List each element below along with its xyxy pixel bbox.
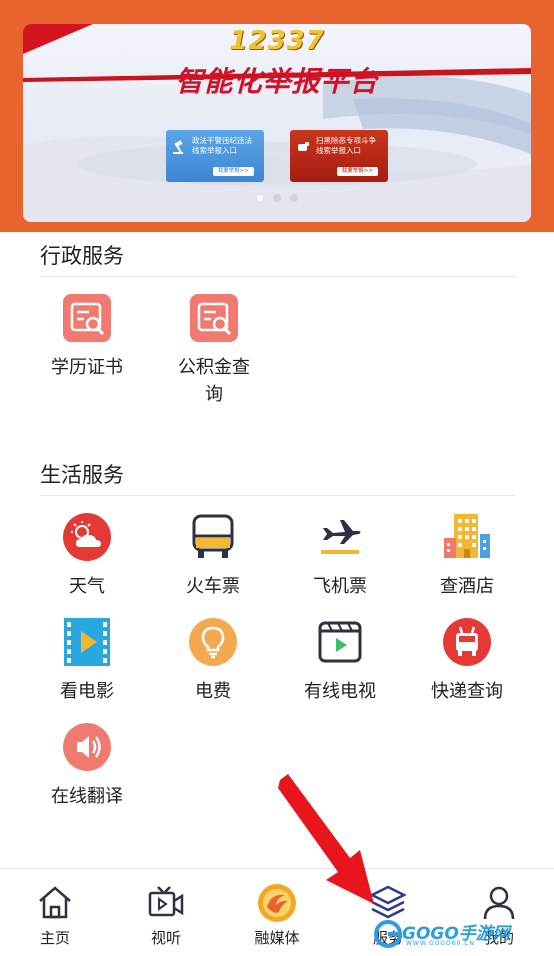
- card-line-1: 扫黑除恶专项斗争: [316, 136, 376, 145]
- report-button[interactable]: 我要举报>>: [212, 167, 254, 176]
- train-icon: [192, 514, 234, 558]
- service-label: 在线翻译: [51, 786, 123, 807]
- fist-icon: [298, 142, 309, 151]
- home-icon: [39, 886, 71, 919]
- service-label: 看电影: [60, 681, 114, 702]
- banner-number: 12337: [229, 26, 325, 56]
- admin-services-title: 行政服务: [40, 244, 124, 268]
- service-delivery[interactable]: 快递查询: [412, 617, 522, 705]
- card-line-2: 线索举报入口: [192, 146, 237, 155]
- tab-label: 融媒体: [254, 929, 300, 947]
- report-card-police[interactable]: 政法干警违纪违法 线索举报入口 我要举报>>: [166, 130, 264, 182]
- tab-label: 视听: [150, 929, 181, 947]
- airplane-icon: [321, 520, 361, 554]
- service-flight[interactable]: 飞机票: [285, 512, 395, 600]
- service-diploma[interactable]: 学历证书: [32, 293, 142, 381]
- service-label: 有线电视: [304, 681, 376, 702]
- media-logo-icon: [258, 884, 296, 922]
- section-divider: [40, 495, 515, 496]
- lightbulb-icon: [189, 618, 237, 666]
- service-hotel[interactable]: 查酒店: [412, 512, 522, 600]
- service-label: 火车票: [186, 576, 240, 597]
- gavel-icon: [173, 140, 183, 154]
- film-icon: [64, 618, 110, 666]
- carousel-indicators: [23, 194, 531, 202]
- search-document-icon: [190, 294, 238, 342]
- banner-headline: 智能化举报平台: [175, 65, 379, 98]
- tv-icon: [318, 621, 362, 663]
- service-label: 快递查询: [431, 681, 503, 702]
- service-label: 电费: [195, 681, 231, 702]
- section-divider: [40, 276, 515, 277]
- life-services-title: 生活服务: [40, 463, 124, 487]
- watermark-logo: GOGO手游网 WWW.GOGO60.CN: [372, 916, 522, 952]
- report-button[interactable]: 我要举报>>: [336, 167, 378, 176]
- tab-media[interactable]: 融媒体: [232, 883, 322, 948]
- service-label: 公积金查询: [178, 357, 250, 405]
- card-line-1: 政法干警违纪违法: [192, 136, 252, 145]
- watermark-icon: [374, 920, 402, 948]
- service-movie[interactable]: 看电影: [32, 617, 142, 705]
- service-cable-tv[interactable]: 有线电视: [285, 617, 395, 705]
- search-document-icon: [63, 294, 111, 342]
- promo-banner-carousel[interactable]: 12337 智能化举报平台 政法干警违纪违法 线索举报入口 我要举报>> 扫黑除…: [23, 24, 531, 222]
- weather-icon: [63, 513, 111, 561]
- tab-label: 主页: [39, 929, 70, 947]
- service-label: 查酒店: [440, 576, 494, 597]
- service-electricity[interactable]: 电费: [158, 617, 268, 705]
- service-train[interactable]: 火车票: [158, 512, 268, 600]
- service-weather[interactable]: 天气: [32, 512, 142, 600]
- carousel-dot[interactable]: [256, 194, 264, 202]
- speaker-icon: [63, 723, 111, 771]
- report-card-gang[interactable]: 扫黑除恶专项斗争 线索举报入口 我要举报>>: [290, 130, 388, 182]
- delivery-icon: [443, 618, 491, 666]
- service-translate[interactable]: 在线翻译: [32, 722, 142, 810]
- service-label: 天气: [69, 576, 105, 597]
- card-line-2: 线索举报入口: [316, 146, 361, 155]
- service-label: 学历证书: [51, 357, 123, 378]
- carousel-dot[interactable]: [273, 194, 281, 202]
- hotel-icon: [444, 514, 490, 558]
- tab-home[interactable]: 主页: [10, 883, 100, 948]
- carousel-dot[interactable]: [290, 194, 298, 202]
- watermark-subtext: WWW.GOGO60.CN: [406, 940, 475, 947]
- service-label: 飞机票: [313, 576, 367, 597]
- tab-video[interactable]: 视听: [121, 883, 211, 948]
- service-housing-fund[interactable]: 公积金查询: [158, 293, 270, 408]
- video-icon: [148, 886, 184, 917]
